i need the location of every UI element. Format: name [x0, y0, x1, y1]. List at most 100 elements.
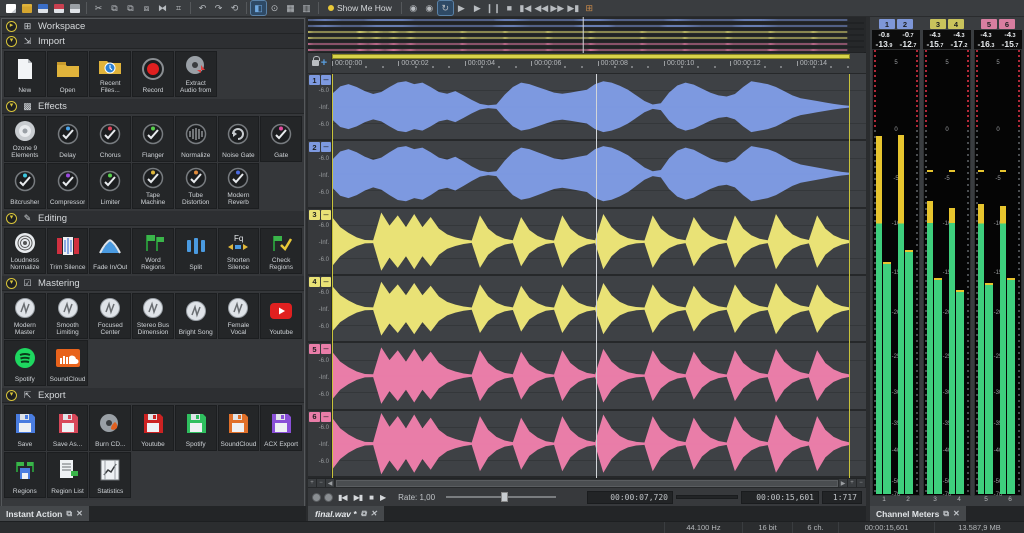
action-split[interactable]: Split: [175, 228, 217, 274]
action-compressor[interactable]: Compressor: [47, 163, 89, 209]
action-focused-center[interactable]: Focused Center: [89, 293, 131, 339]
channel-lane-4[interactable]: 4–-6.0-Inf.-6.0: [308, 276, 866, 343]
waveform-channel-2[interactable]: [332, 141, 866, 206]
action-region-list[interactable]: Region List: [47, 452, 89, 498]
action-bright-song[interactable]: Bright Song: [175, 293, 217, 339]
loop-playback-icon[interactable]: ↻: [438, 1, 453, 15]
action-check-regions-names[interactable]: Check Regions names: [260, 228, 302, 274]
action-regions[interactable]: Regions: [4, 452, 46, 498]
paste-special-icon[interactable]: ⧈: [139, 1, 154, 15]
tab-channel-meters[interactable]: Channel Meters ⧉ ✕: [870, 506, 966, 521]
pause-icon[interactable]: ❙❙: [486, 1, 501, 15]
action-limiter[interactable]: Limiter: [89, 163, 131, 209]
chevron-down-icon[interactable]: ▾: [6, 278, 17, 289]
action-statistics[interactable]: Statistics: [89, 452, 131, 498]
action-smooth-limiting[interactable]: Smooth Limiting: [47, 293, 89, 339]
channel-lane-5[interactable]: 5–-6.0-Inf.-6.0: [308, 343, 866, 410]
rate-slider[interactable]: [446, 496, 556, 498]
statistics-tool-icon[interactable]: ▦: [283, 1, 298, 15]
edit-tool-icon[interactable]: ◧: [251, 1, 266, 15]
action-spotify[interactable]: Spotify: [4, 340, 46, 386]
close-icon[interactable]: ✕: [953, 509, 960, 518]
action-chorus[interactable]: Chorus: [89, 116, 131, 162]
waveform-channel-1[interactable]: [332, 74, 866, 139]
open-icon[interactable]: [19, 1, 34, 15]
undock-icon[interactable]: ⧉: [943, 509, 949, 519]
copy-icon[interactable]: ⧉: [107, 1, 122, 15]
channel-number-badge[interactable]: 4: [309, 277, 320, 287]
tab-final-wav[interactable]: final.wav * ⧉ ✕: [308, 506, 384, 521]
action-fade-in-out[interactable]: Fade In/Out: [89, 228, 131, 274]
action-tube-distortion[interactable]: Tube Distortion: [175, 163, 217, 209]
meter-channel-badge[interactable]: 5: [981, 19, 997, 29]
chevron-down-icon[interactable]: ▾: [6, 213, 17, 224]
waveform-channel-6[interactable]: [332, 411, 866, 476]
move-cross-icon[interactable]: +: [321, 58, 327, 68]
channel-lane-2[interactable]: 2–-6.0-Inf.-6.0: [308, 141, 866, 208]
action-tape-machine[interactable]: Tape Machine: [132, 163, 174, 209]
channel-lanes[interactable]: 1–-6.0-Inf.-6.02–-6.0-Inf.-6.03–-6.0-Inf…: [308, 74, 866, 478]
zoom-ratio-readout[interactable]: 1:717: [822, 491, 862, 504]
action-extract-audio-from-cd[interactable]: Extract Audio from CD...: [175, 51, 217, 97]
stop-icon[interactable]: ■: [502, 1, 517, 15]
timeline-ruler[interactable]: 00:00:0000:00:0200:00:0400:00:0600:00:08…: [332, 53, 866, 73]
channel-number-badge[interactable]: 2: [309, 142, 320, 152]
action-acx-export[interactable]: ACX Export: [260, 405, 302, 451]
mix-icon[interactable]: ⧓: [155, 1, 170, 15]
action-save-as[interactable]: Save As...: [47, 405, 89, 451]
channel-lane-6[interactable]: 6–-6.0-Inf.-6.0: [308, 411, 866, 478]
action-soundcloud[interactable]: SoundCloud: [218, 405, 260, 451]
section-header-effects[interactable]: ▾▩Effects: [2, 99, 304, 114]
trim-crop-icon[interactable]: ⌗: [171, 1, 186, 15]
magnify-tool-icon[interactable]: ⊙: [267, 1, 282, 15]
channel-number-badge[interactable]: 1: [309, 75, 320, 85]
minimize-channel-icon[interactable]: –: [321, 210, 331, 220]
cursor-position-readout[interactable]: 00:00:07,720: [587, 491, 673, 504]
minimize-channel-icon[interactable]: –: [321, 75, 331, 85]
action-record[interactable]: Record: [132, 51, 174, 97]
rate-slider-handle[interactable]: [501, 492, 508, 502]
close-icon[interactable]: ✕: [76, 509, 83, 518]
action-open[interactable]: Open: [47, 51, 89, 97]
meter-channel-badge[interactable]: 4: [948, 19, 964, 29]
lock-icon[interactable]: [312, 60, 319, 66]
section-header-export[interactable]: ▾⇱Export: [2, 388, 304, 403]
repeat-icon[interactable]: ⟲: [227, 1, 242, 15]
action-youtube[interactable]: Youtube: [132, 405, 174, 451]
action-new[interactable]: New: [4, 51, 46, 97]
show-me-how-button[interactable]: Show Me How: [323, 1, 397, 15]
minimize-channel-icon[interactable]: –: [321, 277, 331, 287]
section-header-workspace[interactable]: ▸⊞Workspace: [2, 19, 304, 34]
minimize-channel-icon[interactable]: –: [321, 344, 331, 354]
action-recent-files[interactable]: Recent Files...: [89, 51, 131, 97]
selection-start-readout[interactable]: [676, 495, 738, 499]
rewind-icon[interactable]: ◀◀: [534, 1, 549, 15]
tab-instant-action[interactable]: Instant Action ⧉ ✕: [0, 506, 89, 521]
waveform-channel-4[interactable]: [332, 276, 866, 341]
play-button[interactable]: ▶: [378, 493, 387, 502]
action-noise-gate[interactable]: Noise Gate: [218, 116, 260, 162]
play-all-icon[interactable]: ▶: [454, 1, 469, 15]
open-in-editor-icon[interactable]: ⊞: [582, 1, 597, 15]
action-stereo-bus-dimension[interactable]: Stereo Bus Dimension: [132, 293, 174, 339]
minimize-channel-icon[interactable]: –: [321, 412, 331, 422]
save-as-icon[interactable]: [51, 1, 66, 15]
action-youtube[interactable]: Youtube: [260, 293, 302, 339]
waveform-channel-3[interactable]: [332, 209, 866, 274]
save-icon[interactable]: [35, 1, 50, 15]
record-remote-icon[interactable]: ◉: [422, 1, 437, 15]
channel-number-badge[interactable]: 6: [309, 412, 320, 422]
action-gate[interactable]: Gate: [260, 116, 302, 162]
chevron-right-icon[interactable]: ▸: [6, 21, 17, 32]
record-icon[interactable]: [312, 493, 321, 502]
save-all-icon[interactable]: [67, 1, 82, 15]
action-normalize[interactable]: Normalize: [175, 116, 217, 162]
chevron-down-icon[interactable]: ▾: [6, 36, 17, 47]
action-flanger[interactable]: Flanger: [132, 116, 174, 162]
channel-lane-1[interactable]: 1–-6.0-Inf.-6.0: [308, 74, 866, 141]
channel-lane-3[interactable]: 3–-6.0-Inf.-6.0: [308, 209, 866, 276]
scrollbar-thumb[interactable]: [336, 480, 838, 487]
section-header-editing[interactable]: ▾✎Editing: [2, 211, 304, 226]
cut-icon[interactable]: ✂: [91, 1, 106, 15]
action-trim-silence[interactable]: Trim Silence: [47, 228, 89, 274]
